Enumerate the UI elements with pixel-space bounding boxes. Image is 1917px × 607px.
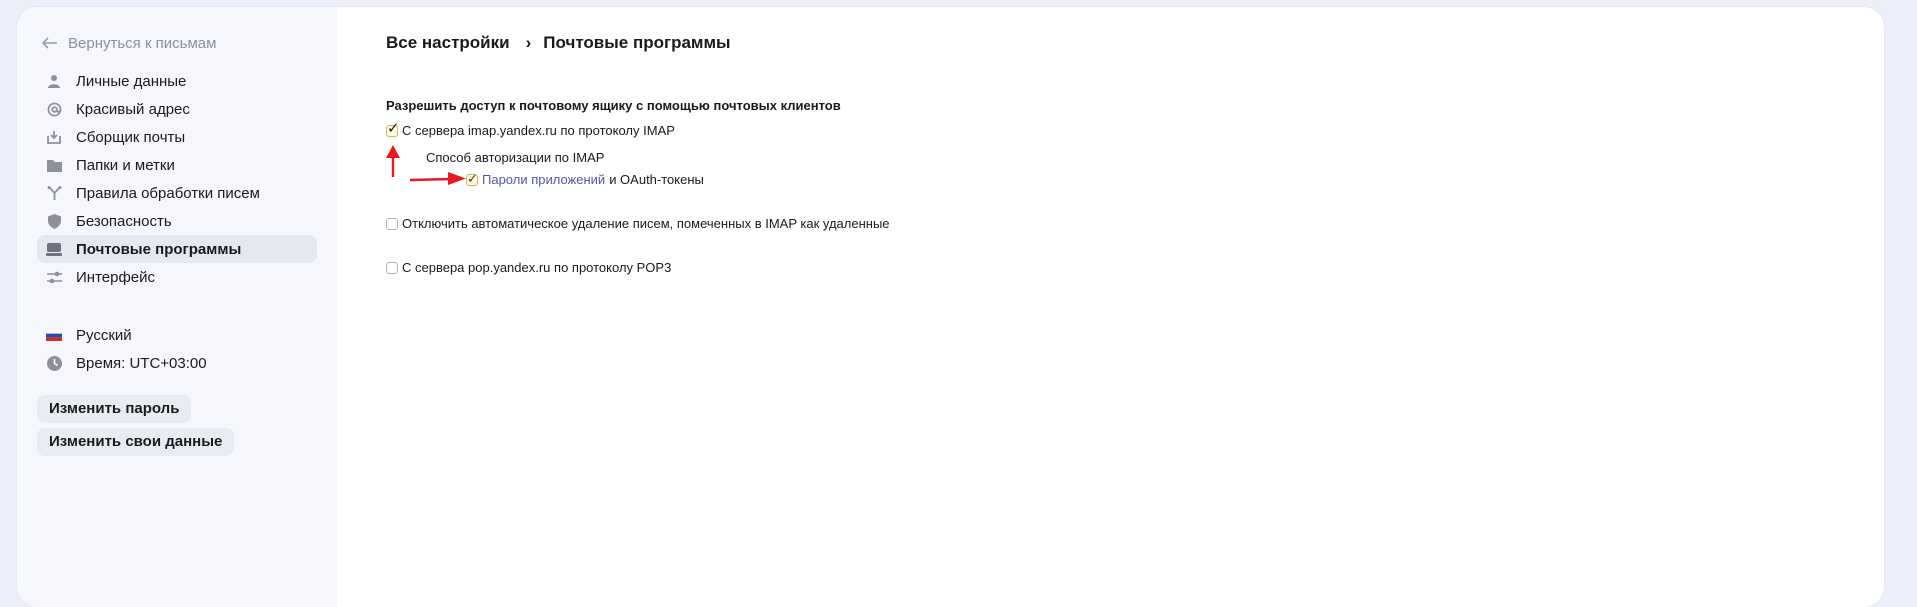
- back-to-mail-link[interactable]: Вернуться к письмам: [42, 32, 216, 54]
- settings-nav: Личные данные Красивый адрес Сборщик поч…: [37, 67, 317, 291]
- language-selector[interactable]: Русский: [37, 321, 317, 349]
- shield-icon: [46, 213, 62, 229]
- language-label: Русский: [76, 326, 132, 344]
- person-icon: [46, 73, 62, 89]
- breadcrumb-all-settings[interactable]: Все настройки: [386, 33, 510, 53]
- annotation-up-arrow-icon: [386, 145, 400, 177]
- annotation-right-arrow-icon: [410, 172, 466, 185]
- back-label: Вернуться к письмам: [68, 34, 217, 52]
- sidebar-meta: Русский Время: UTC+03:00: [37, 321, 317, 377]
- imap-auth-title: Способ авторизации по IMAP: [426, 150, 604, 165]
- sliders-icon: [46, 269, 62, 285]
- sidebar: Вернуться к письмам Личные данные Красив…: [17, 7, 337, 607]
- sidebar-item-label: Почтовые программы: [76, 240, 242, 258]
- imap-option[interactable]: ✓ С сервера imap.yandex.ru по протоколу …: [386, 121, 675, 138]
- sidebar-item-mail-rules[interactable]: Правила обработки писем: [37, 179, 317, 207]
- change-password-button[interactable]: Изменить пароль: [37, 395, 192, 423]
- folder-icon: [46, 157, 62, 173]
- sidebar-item-label: Безопасность: [76, 212, 172, 230]
- app-passwords-option[interactable]: ✓ Пароли приложений и OAuth-токены: [466, 172, 704, 187]
- sidebar-item-label: Интерфейс: [76, 268, 156, 286]
- page-title: Почтовые программы: [543, 33, 731, 52]
- sidebar-item-mail-collector[interactable]: Сборщик почты: [37, 123, 317, 151]
- disable-autodelete-checkbox[interactable]: [386, 217, 398, 230]
- breadcrumb: Все настройки › Почтовые программы: [386, 33, 731, 53]
- timezone-label: Время: UTC+03:00: [76, 354, 207, 372]
- breadcrumb-separator: ›: [525, 33, 532, 52]
- sidebar-item-label: Сборщик почты: [76, 128, 186, 146]
- checkmark-icon: ✓: [467, 170, 478, 186]
- pop3-checkbox[interactable]: [386, 261, 398, 274]
- russia-flag-icon: [46, 327, 62, 343]
- clock-icon: [46, 355, 62, 371]
- sidebar-item-label: Личные данные: [76, 72, 187, 90]
- sidebar-item-label: Правила обработки писем: [76, 184, 260, 202]
- imap-auth-title-text: Способ авторизации по IMAP: [426, 150, 605, 165]
- disable-autodelete-option[interactable]: Отключить автоматическое удаление писем,…: [386, 216, 890, 231]
- disable-autodelete-label: Отключить автоматическое удаление писем,…: [402, 216, 890, 231]
- imap-label: С сервера imap.yandex.ru по протоколу IM…: [402, 123, 675, 138]
- section-title: Разрешить доступ к почтовому ящику с пом…: [386, 98, 841, 113]
- branch-icon: [46, 185, 62, 201]
- sidebar-item-interface[interactable]: Интерфейс: [37, 263, 317, 291]
- imap-checkbox[interactable]: ✓: [386, 121, 400, 137]
- pop3-label: С сервера pop.yandex.ru по протоколу POP…: [402, 260, 672, 275]
- sidebar-item-label: Красивый адрес: [76, 100, 190, 118]
- app-passwords-checkbox[interactable]: ✓: [466, 170, 478, 186]
- checkmark-icon: ✓: [387, 119, 400, 137]
- change-data-button[interactable]: Изменить свои данные: [37, 428, 235, 456]
- timezone-selector[interactable]: Время: UTC+03:00: [37, 349, 317, 377]
- settings-window: Вернуться к письмам Личные данные Красив…: [17, 7, 1884, 607]
- sidebar-item-security[interactable]: Безопасность: [37, 207, 317, 235]
- mail-client-icon: [46, 241, 62, 257]
- pop3-option[interactable]: С сервера pop.yandex.ru по протоколу POP…: [386, 260, 671, 275]
- oauth-label: и OAuth-токены: [609, 172, 704, 187]
- sidebar-item-folders-labels[interactable]: Папки и метки: [37, 151, 317, 179]
- sidebar-item-personal-data[interactable]: Личные данные: [37, 67, 317, 95]
- inbox-download-icon: [46, 129, 62, 145]
- arrow-left-icon: [42, 37, 57, 49]
- app-passwords-link[interactable]: Пароли приложений: [482, 172, 605, 187]
- sidebar-item-mail-clients[interactable]: Почтовые программы: [37, 235, 317, 263]
- sidebar-item-label: Папки и метки: [76, 156, 175, 174]
- at-icon: [46, 101, 62, 117]
- main-content: Все настройки › Почтовые программы Разре…: [352, 7, 1884, 607]
- sidebar-item-beautiful-address[interactable]: Красивый адрес: [37, 95, 317, 123]
